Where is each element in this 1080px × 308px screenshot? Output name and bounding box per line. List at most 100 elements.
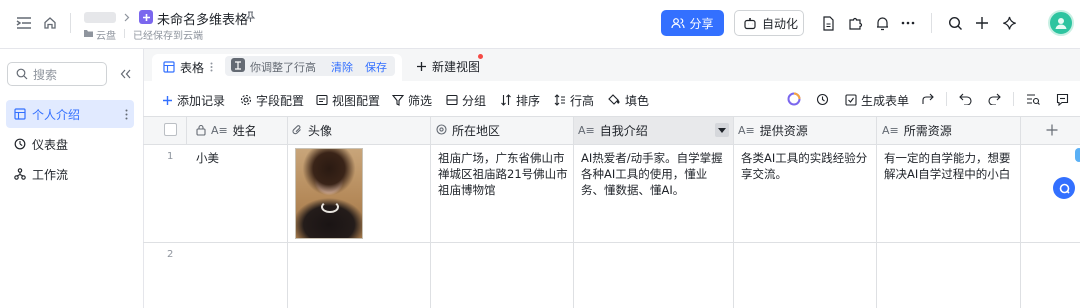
chat-bubble-icon — [1059, 183, 1070, 194]
portrait-necklace — [321, 201, 339, 213]
clear-button[interactable]: 清除 — [331, 59, 353, 75]
cell-location[interactable]: 祖庙广场，广东省佛山市禅城区祖庙路21号佛山市祖庙博物馆 — [438, 150, 568, 198]
workspace-name-blurred[interactable] — [84, 12, 116, 23]
help-assistant-button[interactable] — [1053, 177, 1075, 199]
column-header-offer[interactable]: A≡ 提供资源 — [738, 116, 808, 144]
bitable-logo-icon — [139, 10, 153, 24]
view-label[interactable]: 表格 — [180, 59, 204, 76]
view-config-button[interactable]: 视图配置 — [316, 90, 380, 110]
add-column-icon[interactable] — [1044, 122, 1060, 138]
side-handle[interactable] — [1075, 148, 1080, 162]
sort-button[interactable]: 排序 — [500, 90, 540, 110]
column-header-label: 提供资源 — [759, 123, 808, 138]
column-header-label: 头像 — [308, 123, 333, 138]
fill-color-button[interactable]: 填色 — [608, 90, 649, 110]
select-all-checkbox[interactable] — [164, 123, 177, 136]
plus-icon — [416, 61, 427, 72]
sidebar-item-table[interactable]: 个人介绍 — [6, 100, 134, 128]
text-field-icon: A≡ — [211, 123, 228, 137]
home-icon[interactable] — [40, 13, 60, 33]
redo-icon[interactable] — [986, 91, 1002, 107]
group-icon — [446, 94, 458, 106]
gear-icon — [240, 94, 252, 106]
sidebar-search-input[interactable]: 搜索 — [7, 62, 107, 86]
more-vertical-icon[interactable] — [125, 109, 128, 120]
ai-sparkle-icon[interactable] — [999, 13, 1019, 33]
save-status: 已经保存到云端 — [133, 31, 203, 42]
save-button[interactable]: 保存 — [365, 59, 387, 75]
lock-icon — [196, 124, 206, 136]
automation-button[interactable]: 自动化 — [734, 10, 804, 36]
form-icon — [845, 94, 857, 106]
sidebar-item-workflow[interactable]: 工作流 — [6, 160, 134, 188]
view-config-label: 视图配置 — [332, 93, 381, 108]
comment-icon[interactable] — [1054, 91, 1070, 107]
cell-need[interactable]: 有一定的自学能力，想要解决AI自学过程中的小白 — [884, 150, 1015, 182]
history-icon[interactable] — [814, 91, 830, 107]
row-height-button[interactable]: 行高 — [554, 90, 594, 110]
paint-bucket-icon — [608, 94, 621, 106]
plus-icon — [162, 95, 173, 106]
fill-color-label: 填色 — [625, 93, 650, 108]
view-config-icon — [316, 94, 328, 106]
generate-form-button[interactable]: 生成表单 — [845, 90, 909, 110]
column-header-avatar[interactable]: 头像 — [292, 116, 332, 144]
search-icon[interactable] — [945, 13, 965, 33]
view-options-icon[interactable] — [207, 60, 215, 74]
search-replace-icon[interactable] — [1025, 91, 1041, 107]
plugin-icon[interactable] — [845, 13, 865, 33]
row-number: 1 — [167, 151, 174, 162]
row-height-icon — [231, 58, 245, 72]
search-icon — [16, 68, 28, 80]
users-icon — [671, 17, 686, 29]
column-header-location[interactable]: 所在地区 — [436, 116, 500, 144]
share-button[interactable]: 分享 — [661, 10, 724, 36]
cell-name[interactable]: 小美 — [196, 150, 281, 166]
field-config-button[interactable]: 字段配置 — [240, 90, 304, 110]
text-field-icon: A≡ — [578, 123, 595, 137]
collapse-sidebar-icon[interactable] — [14, 13, 34, 33]
column-header-label: 所需资源 — [903, 123, 952, 138]
sidebar-item-label: 工作流 — [32, 167, 69, 182]
location-icon — [436, 124, 447, 136]
avatar[interactable] — [1048, 10, 1074, 36]
sidebar-search-placeholder: 搜索 — [33, 67, 58, 82]
breadcrumb-location[interactable]: 云盘 — [96, 27, 116, 42]
table-icon — [162, 60, 176, 74]
group-button[interactable]: 分组 — [446, 90, 486, 110]
column-header-intro[interactable]: A≡ 自我介绍 — [578, 116, 648, 144]
add-record-button[interactable]: 添加记录 — [162, 90, 225, 110]
sidebar-item-label: 仪表盘 — [32, 137, 69, 152]
generate-form-label: 生成表单 — [861, 93, 910, 108]
add-icon[interactable] — [972, 13, 992, 33]
caret-down-icon — [718, 127, 726, 133]
column-header-name[interactable]: A≡ 姓名 — [196, 116, 257, 144]
new-view-button[interactable]: 新建视图 — [416, 58, 480, 75]
sidebar-item-dashboard[interactable]: 仪表盘 — [6, 130, 134, 158]
pin-icon[interactable] — [243, 10, 257, 24]
ai-orb-icon[interactable] — [786, 91, 802, 107]
avatar-image[interactable] — [295, 148, 363, 239]
filter-button[interactable]: 筛选 — [392, 90, 432, 110]
row-number: 2 — [167, 249, 174, 260]
workflow-icon — [14, 168, 26, 180]
column-header-need[interactable]: A≡ 所需资源 — [882, 116, 952, 144]
more-options-icon[interactable] — [898, 13, 918, 33]
share-view-icon[interactable] — [920, 91, 936, 107]
notification-bell-icon[interactable] — [872, 13, 892, 33]
collapse-double-chevron-icon[interactable] — [116, 66, 134, 82]
sort-icon — [500, 94, 512, 106]
chevron-right-icon — [122, 11, 132, 23]
column-header-label: 姓名 — [232, 123, 257, 138]
table-icon — [14, 108, 26, 120]
sidebar-item-label: 个人介绍 — [32, 107, 81, 122]
cell-intro[interactable]: AI热爱者/动手家。自学掌握各种AI工具的使用，懂业务、懂数据、懂AI。 — [581, 150, 727, 198]
document-icon[interactable] — [818, 13, 838, 33]
cell-offer[interactable]: 各类AI工具的实践经验分享交流。 — [741, 150, 871, 182]
add-record-label: 添加记录 — [177, 93, 226, 108]
doc-title[interactable]: 未命名多维表格 — [157, 9, 248, 28]
text-field-icon: A≡ — [738, 123, 755, 137]
undo-icon[interactable] — [957, 91, 973, 107]
column-header-label: 自我介绍 — [599, 123, 648, 138]
column-dropdown-button[interactable] — [715, 123, 729, 137]
